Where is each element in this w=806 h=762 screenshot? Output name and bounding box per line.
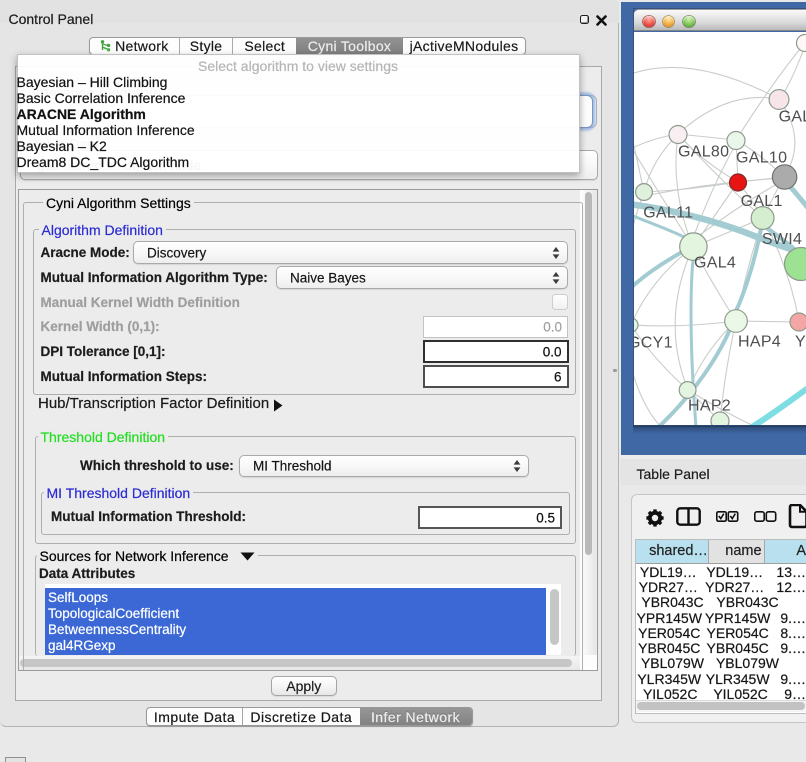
- svg-text:HAP4: HAP4: [738, 334, 781, 351]
- svg-text:GAL11: GAL11: [643, 205, 693, 222]
- svg-text:GAL: GAL: [779, 109, 806, 126]
- svg-text:GAL80: GAL80: [678, 144, 729, 161]
- svg-text:GAL1: GAL1: [741, 193, 783, 210]
- svg-text:GAL10: GAL10: [736, 150, 787, 167]
- svg-text:SWI4: SWI4: [762, 231, 802, 248]
- svg-text:HAP2: HAP2: [688, 398, 731, 415]
- svg-text:GCY1: GCY1: [634, 335, 673, 352]
- svg-text:Y: Y: [795, 334, 806, 351]
- svg-text:GAL4: GAL4: [694, 255, 736, 272]
